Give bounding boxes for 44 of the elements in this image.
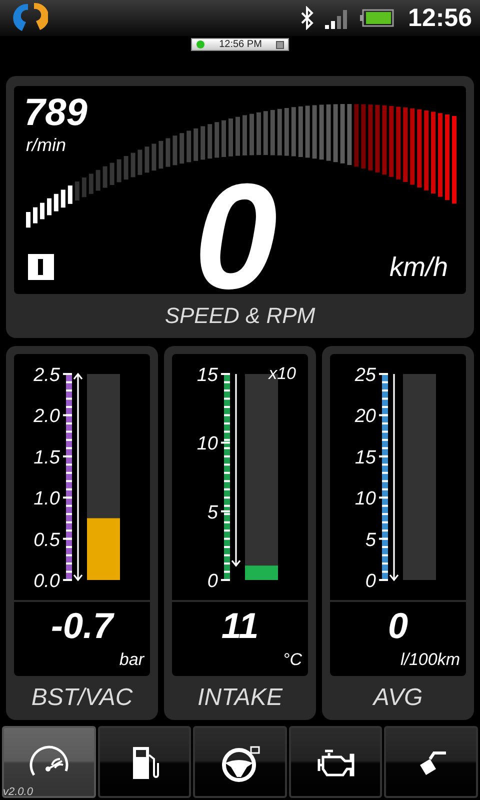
scale-label: 0.0 (34, 571, 60, 592)
nav-tab[interactable] (384, 726, 478, 798)
notification-pill[interactable]: 12:56 PM (191, 38, 289, 51)
scale-multiplier: x10 (268, 364, 296, 384)
scale-label: 25 (354, 365, 376, 386)
scale-label: 2.5 (34, 365, 60, 386)
rpm-value: 789 (24, 94, 88, 132)
gauge-value: 0 (388, 608, 408, 644)
scale-label: 1.5 (34, 447, 60, 468)
gauge-value: 11 (221, 608, 259, 644)
bluetooth-icon (300, 6, 314, 30)
nav-tab[interactable] (2, 726, 96, 798)
nav-tab[interactable] (288, 726, 382, 798)
rpm-unit: r/min (26, 136, 66, 154)
gear-indicator-icon (26, 252, 56, 282)
gauge-unit: bar (119, 650, 144, 670)
scale-label: 0 (207, 571, 218, 592)
gauge-value: -0.7 (50, 608, 114, 644)
nav-tab[interactable] (98, 726, 192, 798)
gauge-title: BST/VAC (31, 684, 133, 712)
scale-label: 5 (207, 502, 218, 524)
scale-label: 0 (365, 571, 376, 592)
scale-label: 10 (354, 488, 376, 510)
nav-tab[interactable] (193, 726, 287, 798)
version-label: v2.0.0 (3, 786, 33, 798)
status-dot-icon (196, 40, 205, 49)
scale-label: 15 (196, 365, 218, 386)
scale-label: 0.5 (34, 530, 60, 551)
gauge-unit: °C (282, 650, 302, 670)
gauge-fill (87, 518, 120, 580)
speed-unit: km/h (389, 254, 448, 281)
scale-label: 5 (365, 530, 376, 551)
scale-label: 1.0 (34, 488, 60, 510)
gauge-unit: l/100km (400, 650, 460, 670)
gauge-title: INTAKE (198, 684, 282, 712)
scale-label: 2.0 (34, 406, 60, 428)
battery-icon (360, 8, 394, 28)
scale-label: 10 (196, 434, 218, 455)
square-icon (276, 40, 284, 48)
scale-label: 15 (354, 447, 376, 468)
gauge-title: AVG (373, 684, 423, 712)
scale-label: 20 (354, 406, 376, 428)
gauge-fill (245, 566, 278, 580)
clock-time: 12:56 (408, 4, 472, 32)
